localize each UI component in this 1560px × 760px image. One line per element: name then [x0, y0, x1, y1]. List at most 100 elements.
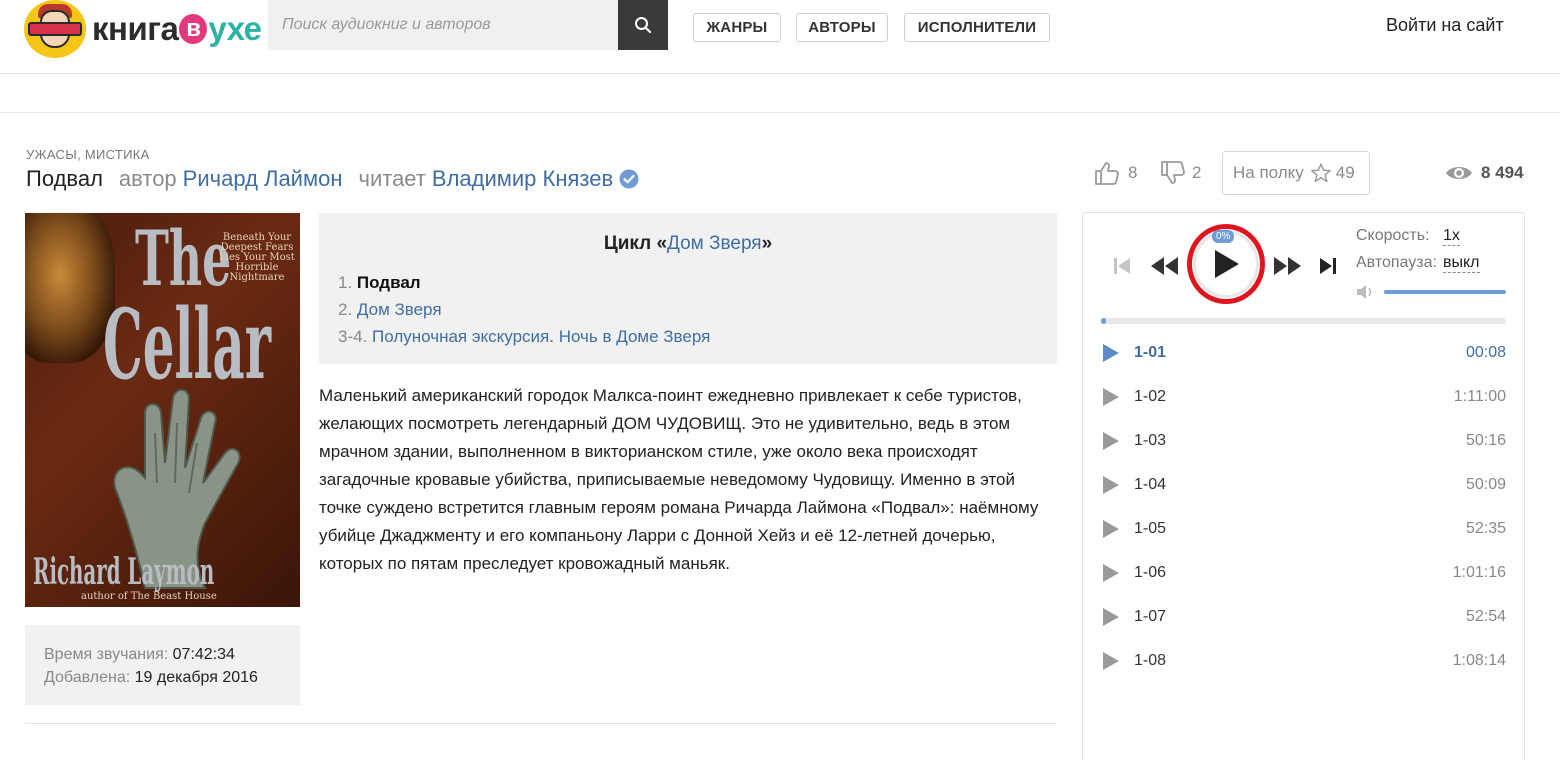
- track-row[interactable]: 1-02 1:11:00: [1101, 375, 1506, 419]
- series-list: 1. Подвал 2. Дом Зверя 3-4. Полуночная э…: [338, 269, 710, 350]
- logo-wordmark: книга в ухе: [92, 10, 262, 47]
- play-track-icon: [1103, 564, 1119, 582]
- rewind-button[interactable]: [1147, 253, 1181, 279]
- search-button[interactable]: [618, 0, 668, 50]
- series-title: Цикл «Дом Зверя»: [603, 233, 773, 254]
- autopause-toggle[interactable]: выкл: [1443, 254, 1480, 273]
- add-to-shelf-button[interactable]: На полку 49: [1222, 151, 1370, 195]
- reader-link[interactable]: Владимир Князев: [432, 166, 613, 192]
- content-divider: [25, 723, 1057, 724]
- track-row[interactable]: 1-03 50:16: [1101, 419, 1506, 463]
- volume-icon[interactable]: [1355, 284, 1375, 300]
- series-item[interactable]: 2. Дом Зверя: [338, 296, 710, 323]
- duration-label: Время звучания:: [44, 646, 169, 663]
- track-duration: 52:54: [1465, 608, 1506, 625]
- track-duration: 00:08: [1465, 344, 1506, 361]
- track-row[interactable]: 1-06 1:01:16: [1101, 551, 1506, 595]
- track-row[interactable]: 1-08 1:08:14: [1101, 639, 1506, 683]
- track-name: 1-06: [1134, 564, 1167, 581]
- dislike-count: 2: [1192, 163, 1202, 182]
- login-link[interactable]: Войти на сайт: [1386, 15, 1504, 36]
- thumbs-up-icon: [1095, 162, 1119, 185]
- fast-forward-button[interactable]: [1271, 253, 1305, 279]
- shelf-label: На полку: [1233, 163, 1304, 182]
- track-duration: 52:35: [1465, 520, 1506, 537]
- cover-subtitle: author of The Beast House: [81, 591, 217, 602]
- track-row[interactable]: 1-07 52:54: [1101, 595, 1506, 639]
- track-name: 1-01: [1134, 344, 1167, 361]
- like-button[interactable]: 8: [1093, 152, 1137, 194]
- reader-prefix: читает: [358, 166, 426, 191]
- nav-performers-button[interactable]: ИСПОЛНИТЕЛИ: [904, 13, 1050, 42]
- author-prefix: автор: [118, 166, 177, 191]
- series-item-link[interactable]: Полуночная экскурсия. Ночь в Доме Зверя: [372, 327, 710, 346]
- header-divider: [0, 112, 1560, 113]
- previous-track-button[interactable]: [1111, 255, 1133, 277]
- series-item[interactable]: 3-4. Полуночная экскурсия. Ночь в Доме З…: [338, 323, 710, 350]
- play-track-icon: [1103, 388, 1119, 406]
- verified-badge-icon: [619, 169, 639, 189]
- views-count: 8 494: [1481, 163, 1524, 182]
- speed-label: Скорость:: [1356, 227, 1430, 244]
- nav-authors-button[interactable]: АВТОРЫ: [796, 13, 888, 42]
- next-track-button[interactable]: [1317, 255, 1339, 277]
- eye-icon: [1446, 167, 1472, 179]
- track-duration: 1:11:00: [1453, 388, 1506, 405]
- dislike-button[interactable]: 2: [1159, 152, 1201, 194]
- author-link[interactable]: Ричард Лаймон: [183, 166, 343, 192]
- track-row[interactable]: 1-01 00:08: [1101, 331, 1506, 375]
- track-duration: 1:01:16: [1452, 564, 1506, 581]
- duration-row: Время звучания: 07:42:34: [44, 643, 281, 666]
- site-logo[interactable]: книга в ухе: [24, 0, 262, 58]
- skip-back-icon: [1114, 258, 1130, 274]
- search-icon: [635, 17, 652, 34]
- track-name: 1-02: [1134, 388, 1167, 405]
- track-progress-bar[interactable]: [1101, 318, 1506, 324]
- track-name: 1-08: [1134, 652, 1167, 669]
- added-value: 19 декабря 2016: [134, 669, 258, 686]
- book-title: Подвал: [26, 166, 103, 191]
- book-genres[interactable]: УЖАСЫ, МИСТИКА: [26, 147, 150, 162]
- track-list: 1-01 00:08 1-02 1:11:00 1-03 50:16 1-04 50:09 1-…: [1101, 331, 1506, 683]
- like-count: 8: [1128, 163, 1138, 182]
- track-duration: 50:16: [1465, 432, 1506, 449]
- shelf-count: 49: [1335, 163, 1355, 182]
- speed-selector[interactable]: 1x: [1443, 227, 1460, 246]
- skip-forward-icon: [1320, 258, 1336, 274]
- track-row[interactable]: 1-05 52:35: [1101, 507, 1506, 551]
- search-bar: [268, 0, 668, 50]
- thumbs-down-icon: [1161, 161, 1185, 184]
- cover-ornament: [25, 213, 115, 363]
- play-track-icon: [1103, 476, 1119, 494]
- star-icon: [1310, 163, 1331, 183]
- audio-player: 0% Скорость: 1x Автопауза: выкл 1-01 00:0…: [1082, 212, 1525, 760]
- views-counter: 8 494: [1445, 152, 1524, 194]
- added-row: Добавлена: 19 декабря 2016: [44, 666, 281, 689]
- play-track-icon: [1103, 652, 1119, 670]
- series-item-link[interactable]: Дом Зверя: [357, 300, 442, 319]
- cover-tagline: Beneath Your Deepest Fears Lies Your Mos…: [219, 232, 295, 283]
- volume-slider[interactable]: [1384, 290, 1506, 294]
- play-track-icon: [1103, 520, 1119, 538]
- track-name: 1-04: [1134, 476, 1167, 493]
- autopause-label: Автопауза:: [1356, 254, 1437, 271]
- track-duration: 1:08:14: [1452, 652, 1506, 669]
- search-input[interactable]: [268, 0, 618, 50]
- series-link[interactable]: Дом Зверя: [667, 233, 762, 254]
- play-track-icon: [1103, 432, 1119, 450]
- track-progress-fill: [1101, 318, 1106, 324]
- rewind-icon: [1151, 257, 1178, 275]
- book-info-box: Время звучания: 07:42:34 Добавлена: 19 д…: [25, 625, 300, 705]
- nav-genres-button[interactable]: ЖАНРЫ: [693, 13, 781, 42]
- cover-title-line1: The: [135, 214, 232, 303]
- track-row[interactable]: 1-04 50:09: [1101, 463, 1506, 507]
- play-icon: [1215, 250, 1239, 278]
- series-item: 1. Подвал: [338, 273, 421, 292]
- logo-mascot-icon: [24, 0, 86, 58]
- cover-author: Richard Laymon: [33, 551, 215, 593]
- duration-value: 07:42:34: [172, 646, 235, 663]
- book-title-line: Подвал автор Ричард Лаймон читает Владим…: [26, 166, 639, 192]
- progress-percent-badge: 0%: [1212, 230, 1235, 243]
- track-duration: 50:09: [1465, 476, 1506, 493]
- track-name: 1-05: [1134, 520, 1167, 537]
